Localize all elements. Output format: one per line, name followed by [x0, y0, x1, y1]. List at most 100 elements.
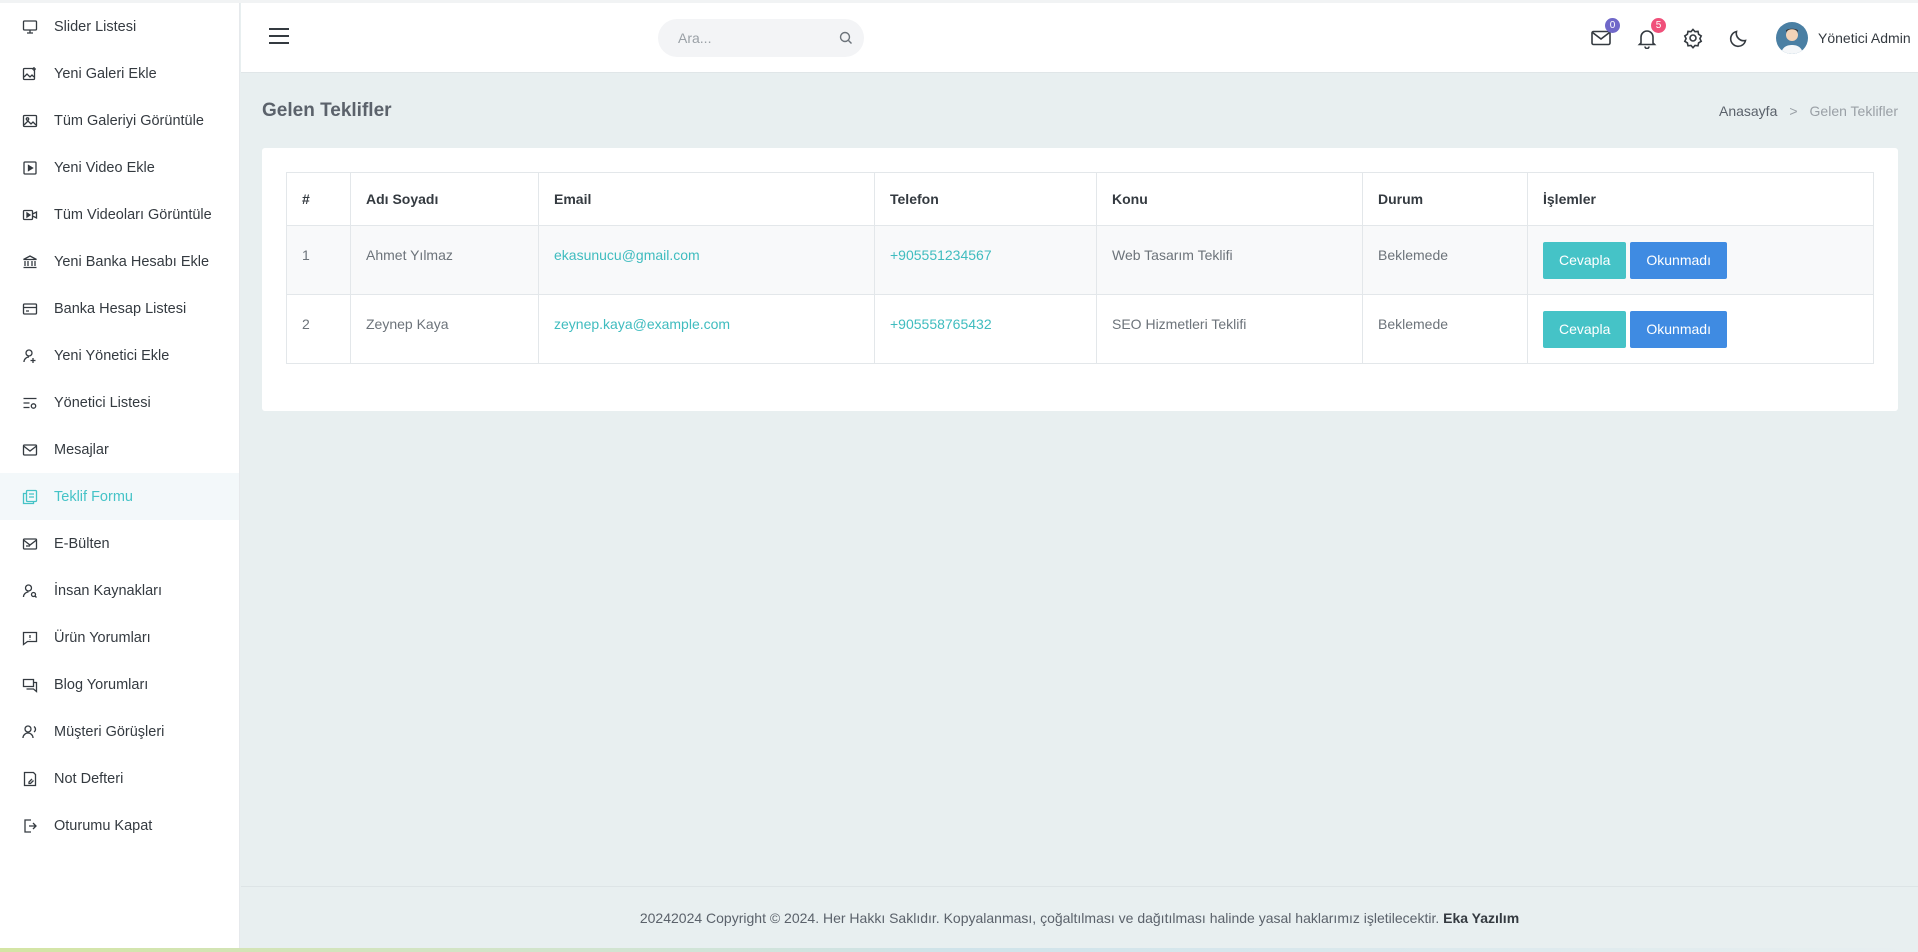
video-camera-icon [22, 207, 38, 223]
search-box [658, 19, 864, 57]
sidebar-item-yeni-yonetici[interactable]: Yeni Yönetici Ekle [0, 332, 239, 379]
search-icon[interactable] [838, 30, 854, 46]
copyright-text: 20242024 Copyright © 2024. Her Hakkı Sak… [639, 910, 1440, 926]
sidebar-item-tum-videolar[interactable]: Tüm Videoları Görüntüle [0, 191, 239, 238]
hamburger-line [269, 28, 289, 30]
cell-number: 2 [286, 294, 351, 364]
cell-number: 1 [286, 225, 351, 295]
sidebar-item-tum-galeri[interactable]: Tüm Galeriyi Görüntüle [0, 97, 239, 144]
avatar [1776, 22, 1808, 54]
notebook-icon [22, 771, 38, 787]
table-row: 2 Zeynep Kaya zeynep.kaya@example.com +9… [286, 294, 1874, 364]
logout-icon [22, 818, 38, 834]
user-search-icon [22, 583, 38, 599]
reply-button[interactable]: Cevapla [1543, 311, 1627, 348]
phone-link[interactable]: +905551234567 [890, 247, 992, 263]
sidebar-item-label: Yönetici Listesi [54, 394, 151, 411]
sidebar-item-label: Yeni Galeri Ekle [54, 65, 157, 82]
footer: 20242024 Copyright © 2024. Her Hakkı Sak… [241, 886, 1918, 948]
sidebar-item-slider-listesi[interactable]: Slider Listesi [0, 3, 239, 50]
cell-email: ekasunucu@gmail.com [538, 225, 875, 295]
sidebar-item-label: Ürün Yorumları [54, 629, 151, 646]
table-row: 1 Ahmet Yılmaz ekasunucu@gmail.com +9055… [286, 225, 1874, 295]
breadcrumb-home-link[interactable]: Anasayfa [1719, 103, 1777, 119]
sidebar-item-yeni-video-ekle[interactable]: Yeni Video Ekle [0, 144, 239, 191]
users-voice-icon [22, 724, 38, 740]
sidebar-item-yeni-banka-hesabi[interactable]: Yeni Banka Hesabı Ekle [0, 238, 239, 285]
sidebar-item-insan-kaynaklari[interactable]: İnsan Kaynakları [0, 567, 239, 614]
sidebar-item-e-bulten[interactable]: E-Bülten [0, 520, 239, 567]
credit-card-icon [22, 301, 38, 317]
cell-status: Beklemede [1362, 225, 1528, 295]
column-header-number: # [286, 172, 351, 226]
cell-subject: Web Tasarım Teklifi [1096, 225, 1363, 295]
offers-card: # Adı Soyadı Email Telefon Konu Durum İş… [262, 148, 1898, 411]
list-settings-icon [22, 395, 38, 411]
notification-count-badge: 5 [1651, 18, 1666, 33]
sidebar-item-label: Yeni Yönetici Ekle [54, 347, 170, 364]
search-input[interactable] [678, 30, 828, 46]
notification-button[interactable]: 5 [1636, 18, 1666, 50]
breadcrumb-current: Gelen Teklifler [1809, 103, 1898, 119]
gallery-add-icon [22, 66, 38, 82]
table-header-row: # Adı Soyadı Email Telefon Konu Durum İş… [286, 172, 1874, 226]
reply-button[interactable]: Cevapla [1543, 242, 1627, 279]
sidebar-item-musteri-gorusleri[interactable]: Müşteri Görüşleri [0, 708, 239, 755]
settings-button[interactable] [1682, 27, 1704, 49]
hamburger-line [269, 35, 289, 37]
sidebar-item-label: Slider Listesi [54, 18, 137, 35]
monitor-icon [22, 19, 38, 35]
sidebar-item-blog-yorumlari[interactable]: Blog Yorumları [0, 661, 239, 708]
video-play-icon [22, 160, 38, 176]
cell-phone: +905551234567 [874, 225, 1097, 295]
sidebar-item-urun-yorumlari[interactable]: Ürün Yorumları [0, 614, 239, 661]
cell-status: Beklemede [1362, 294, 1528, 364]
sidebar-item-banka-hesap-listesi[interactable]: Banka Hesap Listesi [0, 285, 239, 332]
sidebar: Slider Listesi Yeni Galeri Ekle Tüm Gale… [0, 3, 240, 949]
sidebar-item-yeni-galeri-ekle[interactable]: Yeni Galeri Ekle [0, 50, 239, 97]
hamburger-line [269, 42, 289, 44]
offers-table: # Adı Soyadı Email Telefon Konu Durum İş… [286, 172, 1874, 364]
chat-icon [22, 677, 38, 693]
sidebar-item-not-defteri[interactable]: Not Defteri [0, 755, 239, 802]
top-header: 0 5 Yönetici Admin [241, 3, 1918, 73]
column-header-actions: İşlemler [1527, 172, 1874, 226]
cell-name: Zeynep Kaya [350, 294, 539, 364]
sidebar-item-label: Yeni Video Ekle [54, 159, 155, 176]
user-name: Yönetici Admin [1818, 30, 1911, 46]
mail-icon [22, 442, 38, 458]
sidebar-item-teklif-formu[interactable]: Teklif Formu [0, 473, 239, 520]
image-icon [22, 113, 38, 129]
sidebar-item-label: Tüm Videoları Görüntüle [54, 206, 212, 223]
user-menu[interactable]: Yönetici Admin [1776, 22, 1911, 54]
mail-count-badge: 0 [1605, 18, 1620, 33]
sidebar-item-label: Banka Hesap Listesi [54, 300, 187, 317]
files-icon [22, 489, 38, 505]
breadcrumb-separator: > [1789, 103, 1798, 119]
sidebar-item-label: Not Defteri [54, 770, 124, 787]
mark-unread-button[interactable]: Okunmadı [1630, 242, 1727, 279]
bottom-accent-bar [0, 948, 1918, 952]
phone-link[interactable]: +905558765432 [890, 316, 992, 332]
sidebar-item-oturumu-kapat[interactable]: Oturumu Kapat [0, 802, 239, 849]
sidebar-item-label: Mesajlar [54, 441, 109, 458]
cell-phone: +905558765432 [874, 294, 1097, 364]
column-header-email: Email [538, 172, 875, 226]
sidebar-item-label: Tüm Galeriyi Görüntüle [54, 112, 204, 129]
email-link[interactable]: ekasunucu@gmail.com [554, 247, 700, 263]
cell-actions: Cevapla Okunmadı [1527, 294, 1874, 364]
email-link[interactable]: zeynep.kaya@example.com [554, 316, 730, 332]
cell-subject: SEO Hizmetleri Teklifi [1096, 294, 1363, 364]
mail-button[interactable]: 0 [1590, 18, 1620, 49]
dark-mode-toggle[interactable] [1728, 27, 1750, 49]
footer-brand: Eka Yazılım [1443, 910, 1520, 926]
cell-name: Ahmet Yılmaz [350, 225, 539, 295]
menu-toggle-button[interactable] [269, 28, 289, 46]
sidebar-item-mesajlar[interactable]: Mesajlar [0, 426, 239, 473]
sidebar-item-label: Blog Yorumları [54, 676, 149, 693]
mark-unread-button[interactable]: Okunmadı [1630, 311, 1727, 348]
mail-open-icon [22, 536, 38, 552]
column-header-phone: Telefon [874, 172, 1097, 226]
cell-email: zeynep.kaya@example.com [538, 294, 875, 364]
sidebar-item-yonetici-listesi[interactable]: Yönetici Listesi [0, 379, 239, 426]
